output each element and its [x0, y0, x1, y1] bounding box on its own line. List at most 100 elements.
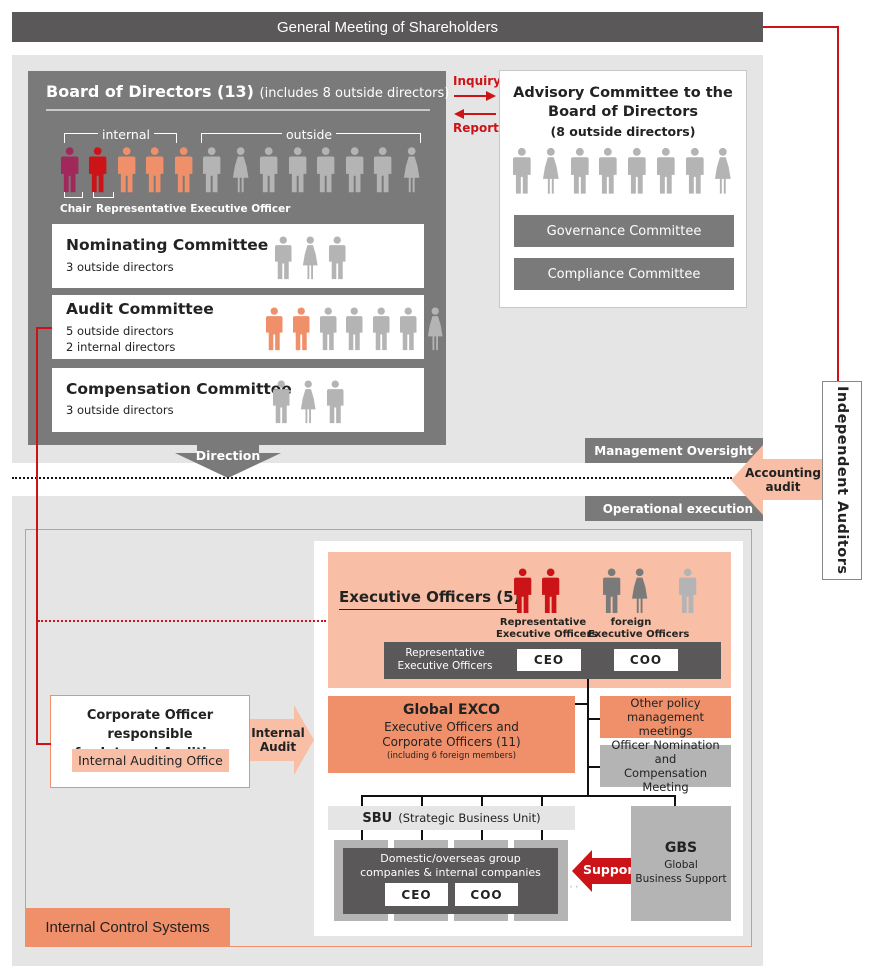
audit-link-bottom	[36, 743, 51, 745]
male-person-icon	[292, 307, 310, 351]
male-person-icon	[117, 147, 136, 193]
internal-control-systems-label: Internal Control Systems	[25, 908, 230, 947]
female-person-icon	[300, 380, 316, 424]
executive-officers-people	[513, 566, 723, 614]
board-title-text: Board of Directors (13)	[46, 82, 254, 101]
audit-link-top	[36, 327, 52, 329]
accounting-audit-label: Accounting audit	[744, 466, 822, 494]
company-ceo-label: CEO	[401, 887, 432, 902]
exco-connector	[575, 703, 588, 705]
other-policy-connector	[588, 718, 600, 720]
oversight-execution-divider	[12, 477, 732, 479]
audit-committee-people	[265, 305, 453, 351]
female-person-icon	[632, 568, 648, 614]
rep-exec-caption-2: Executive Officers	[496, 629, 598, 640]
male-person-icon	[60, 147, 79, 193]
advisory-title: Advisory Committee to the Board of Direct…	[499, 84, 747, 122]
governance-committee-label: Governance Committee	[546, 223, 702, 239]
coo-label: COO	[629, 653, 663, 667]
male-person-icon	[514, 568, 532, 614]
male-person-icon	[274, 236, 292, 280]
report-label: Report	[453, 121, 499, 135]
male-person-icon	[260, 147, 278, 193]
rep-exec-caption-1: Representative	[499, 617, 587, 628]
female-person-icon	[403, 147, 420, 193]
male-person-icon	[203, 147, 221, 193]
male-person-icon	[146, 147, 164, 193]
ceo-label: CEO	[533, 653, 565, 667]
male-person-icon	[89, 147, 107, 193]
officer-nom-connector	[588, 766, 600, 768]
male-person-icon	[265, 307, 283, 351]
internal-label: internal	[98, 127, 154, 142]
internal-label-wrap: internal	[98, 124, 154, 143]
executive-officers-title: Executive Officers (5)	[339, 588, 521, 610]
foreign-exec-caption-1: foreign	[610, 617, 652, 628]
male-person-icon	[326, 380, 344, 424]
internal-control-systems-text: Internal Control Systems	[45, 919, 210, 936]
female-person-icon	[715, 147, 731, 194]
male-person-icon	[599, 147, 617, 194]
advisory-subtitle: (8 outside directors)	[550, 124, 696, 139]
independent-auditors: Independent Auditors	[822, 381, 862, 580]
male-person-icon	[685, 147, 704, 194]
advisory-title-line2: Board of Directors	[548, 104, 698, 120]
male-person-icon	[570, 147, 589, 194]
male-person-icon	[603, 568, 621, 614]
management-oversight-label: Management Oversight	[594, 443, 753, 458]
general-meeting-of-shareholders: General Meeting of Shareholders	[12, 12, 763, 42]
chair-label: Chair	[60, 203, 92, 215]
rep-officer-label: Representative Executive Officer	[96, 203, 291, 215]
male-person-icon	[346, 307, 363, 351]
audit-committee-title: Audit Committee	[66, 300, 214, 318]
independent-auditors-label: Independent Auditors	[834, 386, 850, 575]
governance-committee: Governance Committee	[514, 215, 734, 247]
accounting-audit-line2: audit	[765, 480, 801, 494]
male-person-icon	[345, 147, 364, 193]
male-person-icon	[400, 307, 417, 351]
company-coo-label: COO	[470, 887, 503, 902]
group-companies-label: Domestic/overseas group companies & inter…	[343, 852, 558, 880]
internal-auditing-office: Internal Auditing Office	[72, 749, 229, 772]
male-person-icon	[656, 147, 675, 194]
male-person-icon	[373, 307, 390, 351]
global-exco: Global EXCO Executive Officers and Corpo…	[328, 696, 575, 773]
female-person-icon	[427, 307, 443, 351]
sbu-full: (Strategic Business Unit)	[398, 811, 541, 825]
outside-label-wrap: outside	[282, 124, 337, 143]
audit-committee-internal: 2 internal directors	[66, 340, 176, 354]
internal-audit-label: Internal Audit	[250, 726, 306, 754]
advisory-members	[512, 145, 742, 195]
female-person-icon	[232, 147, 249, 193]
advisory-title-line1: Advisory Committee to the	[513, 85, 733, 101]
male-person-icon	[678, 568, 696, 614]
rep-bar-label-2: Executive Officers	[397, 660, 493, 672]
gbs-abbr: GBS	[664, 840, 698, 856]
female-person-icon	[302, 236, 318, 280]
compensation-committee-people	[272, 378, 352, 424]
corporate-officer-line1: Corporate Officer responsible	[86, 708, 214, 742]
exec-trunk-line	[587, 679, 589, 796]
auditor-connector-h	[763, 26, 839, 28]
male-person-icon	[328, 236, 346, 280]
accounting-audit-line1: Accounting	[745, 466, 821, 480]
male-person-icon	[174, 147, 193, 193]
inquiry-label: Inquiry	[453, 74, 501, 88]
male-person-icon	[319, 307, 337, 351]
male-person-icon	[288, 147, 307, 193]
general-meeting-label: General Meeting of Shareholders	[277, 18, 498, 36]
male-person-icon	[374, 147, 392, 193]
global-exco-note: (including 6 foreign members)	[386, 751, 517, 761]
auditor-connector-v	[837, 26, 839, 382]
board-members	[60, 144, 430, 194]
global-exco-line2: Corporate Officers (11)	[382, 735, 521, 749]
chair-bracket	[64, 192, 83, 198]
other-policy-line1: Other policy	[630, 696, 701, 710]
gbs-line1: Global	[664, 859, 698, 871]
board-title: Board of Directors (13) (includes 8 outs…	[46, 82, 449, 101]
compliance-committee: Compliance Committee	[514, 258, 734, 290]
nominating-committee-people	[274, 234, 354, 280]
internal-audit-line2: Audit	[259, 740, 297, 754]
male-person-icon	[512, 147, 531, 194]
sbu-abbr: SBU	[362, 810, 393, 826]
